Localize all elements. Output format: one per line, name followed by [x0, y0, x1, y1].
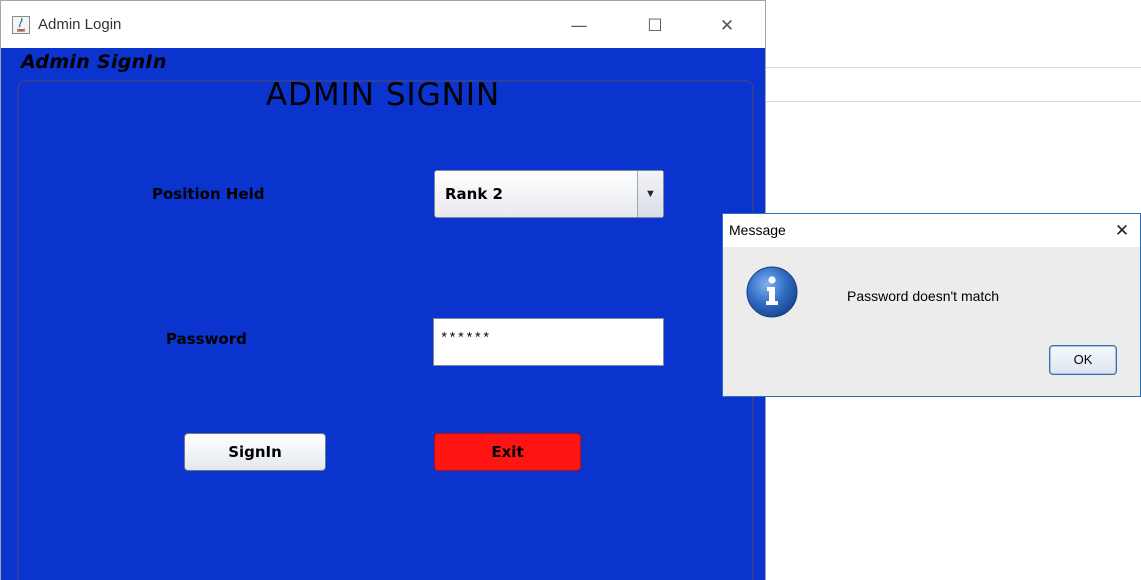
info-icon — [745, 265, 799, 319]
window-content: Admin SignIn — [1, 48, 765, 580]
window-titlebar[interactable]: Admin Login — ☐ ✕ — [1, 1, 765, 48]
dialog-close-icon[interactable]: ✕ — [1109, 218, 1135, 244]
password-field[interactable]: ****** — [433, 318, 664, 366]
minimize-icon[interactable]: — — [556, 13, 602, 39]
dialog-titlebar[interactable]: Message ✕ — [723, 214, 1140, 247]
page-title: ADMIN SIGNIN — [265, 77, 501, 113]
exit-button[interactable]: Exit — [434, 433, 581, 471]
header-label: Admin SignIn — [21, 51, 167, 73]
position-label: Position Held — [152, 185, 265, 203]
chevron-down-icon[interactable]: ▼ — [637, 171, 663, 217]
close-icon[interactable]: ✕ — [704, 13, 750, 39]
message-dialog: Message ✕ Password doesn't match OK — [722, 213, 1141, 397]
ok-button[interactable]: OK — [1049, 345, 1117, 375]
position-select-value: Rank 2 — [445, 185, 503, 203]
maximize-icon[interactable]: ☐ — [632, 13, 678, 39]
password-label: Password — [166, 330, 247, 348]
admin-login-window: Admin Login — ☐ ✕ Admin SignIn ADMIN SIG… — [0, 0, 766, 580]
background-divider — [765, 101, 1141, 102]
background-divider — [765, 67, 1141, 68]
signin-button[interactable]: SignIn — [184, 433, 326, 471]
dialog-title: Message — [729, 222, 786, 238]
password-field-value: ****** — [440, 331, 491, 347]
screen: Admin Login — ☐ ✕ Admin SignIn ADMIN SIG… — [0, 0, 1141, 580]
position-select[interactable]: Rank 2 ▼ — [434, 170, 664, 218]
window-title: Admin Login — [38, 16, 122, 33]
java-app-icon — [12, 16, 30, 34]
dialog-message: Password doesn't match — [847, 288, 1000, 304]
